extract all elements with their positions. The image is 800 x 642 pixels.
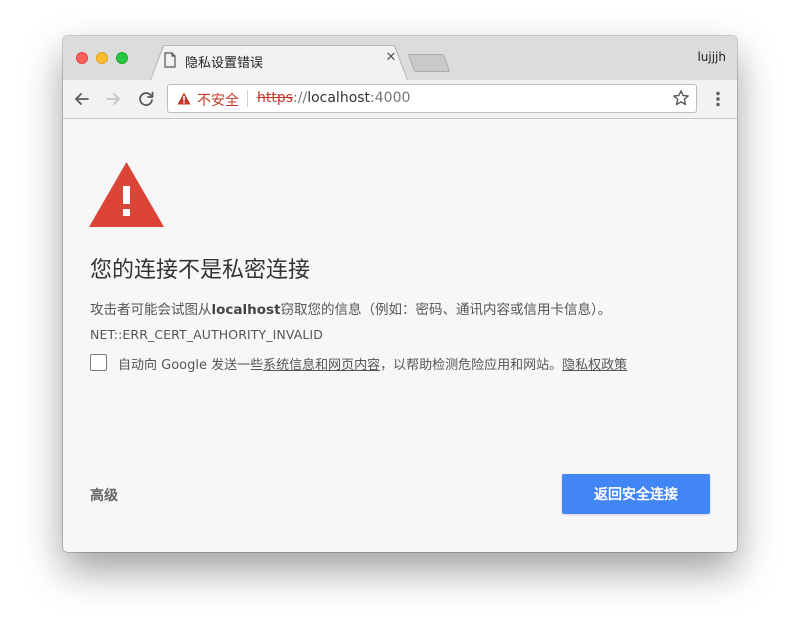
report-middle: ，以帮助检测危险应用和网站。: [380, 358, 563, 373]
document-icon: [164, 52, 176, 68]
url-text[interactable]: https://localhost:4000: [257, 90, 410, 106]
privacy-policy-link[interactable]: 隐私权政策: [562, 358, 627, 373]
star-icon[interactable]: [672, 89, 690, 107]
window-close-button[interactable]: [76, 52, 88, 64]
advanced-button[interactable]: 高级: [90, 485, 118, 505]
window-maximize-button[interactable]: [116, 52, 128, 64]
toolbar: 不安全 https://localhost:4000: [63, 80, 737, 119]
url-scheme: https: [257, 90, 294, 106]
description-suffix: 窃取您的信息（例如：密码、通讯内容或信用卡信息）。: [280, 302, 612, 318]
address-bar[interactable]: 不安全 https://localhost:4000: [167, 84, 697, 113]
error-code[interactable]: NET::ERR_CERT_AUTHORITY_INVALID: [90, 327, 323, 342]
page-title: 您的连接不是私密连接: [90, 258, 311, 283]
new-tab-button[interactable]: [407, 54, 451, 72]
description-host: localhost: [211, 302, 281, 318]
back-arrow-icon[interactable]: [71, 88, 93, 110]
interstitial-page: 您的连接不是私密连接 攻击者可能会试图从localhost窃取您的信息（例如：密…: [63, 119, 737, 552]
system-info-link[interactable]: 系统信息和网页内容: [263, 358, 380, 373]
title-bar: 隐私设置错误 ✕ lujjjh: [63, 36, 737, 80]
omnibox-divider: [247, 90, 248, 107]
description-text: 攻击者可能会试图从localhost窃取您的信息（例如：密码、通讯内容或信用卡信…: [90, 298, 611, 318]
report-text: 自动向 Google 发送一些系统信息和网页内容，以帮助检测危险应用和网站。隐私…: [118, 354, 627, 373]
browser-window: 隐私设置错误 ✕ lujjjh 不安全 https://localhost:40…: [63, 36, 737, 552]
warning-triangle-icon: [89, 162, 164, 227]
url-port: :4000: [370, 90, 411, 106]
security-status-label[interactable]: 不安全: [197, 90, 239, 110]
url-host: localhost: [307, 90, 371, 106]
forward-arrow-icon[interactable]: [102, 88, 124, 110]
back-to-safety-button[interactable]: 返回安全连接: [562, 474, 710, 514]
window-minimize-button[interactable]: [96, 52, 108, 64]
close-icon[interactable]: ✕: [383, 50, 399, 66]
more-vert-icon[interactable]: [708, 89, 728, 109]
tab-title: 隐私设置错误: [185, 56, 264, 71]
url-separator: ://: [293, 90, 308, 106]
description-prefix: 攻击者可能会试图从: [90, 302, 212, 318]
warning-triangle-icon: [177, 92, 191, 105]
report-checkbox[interactable]: [90, 354, 107, 371]
reload-icon[interactable]: [135, 88, 157, 110]
report-prefix: 自动向 Google 发送一些: [118, 358, 264, 373]
profile-name[interactable]: lujjjh: [697, 50, 726, 64]
